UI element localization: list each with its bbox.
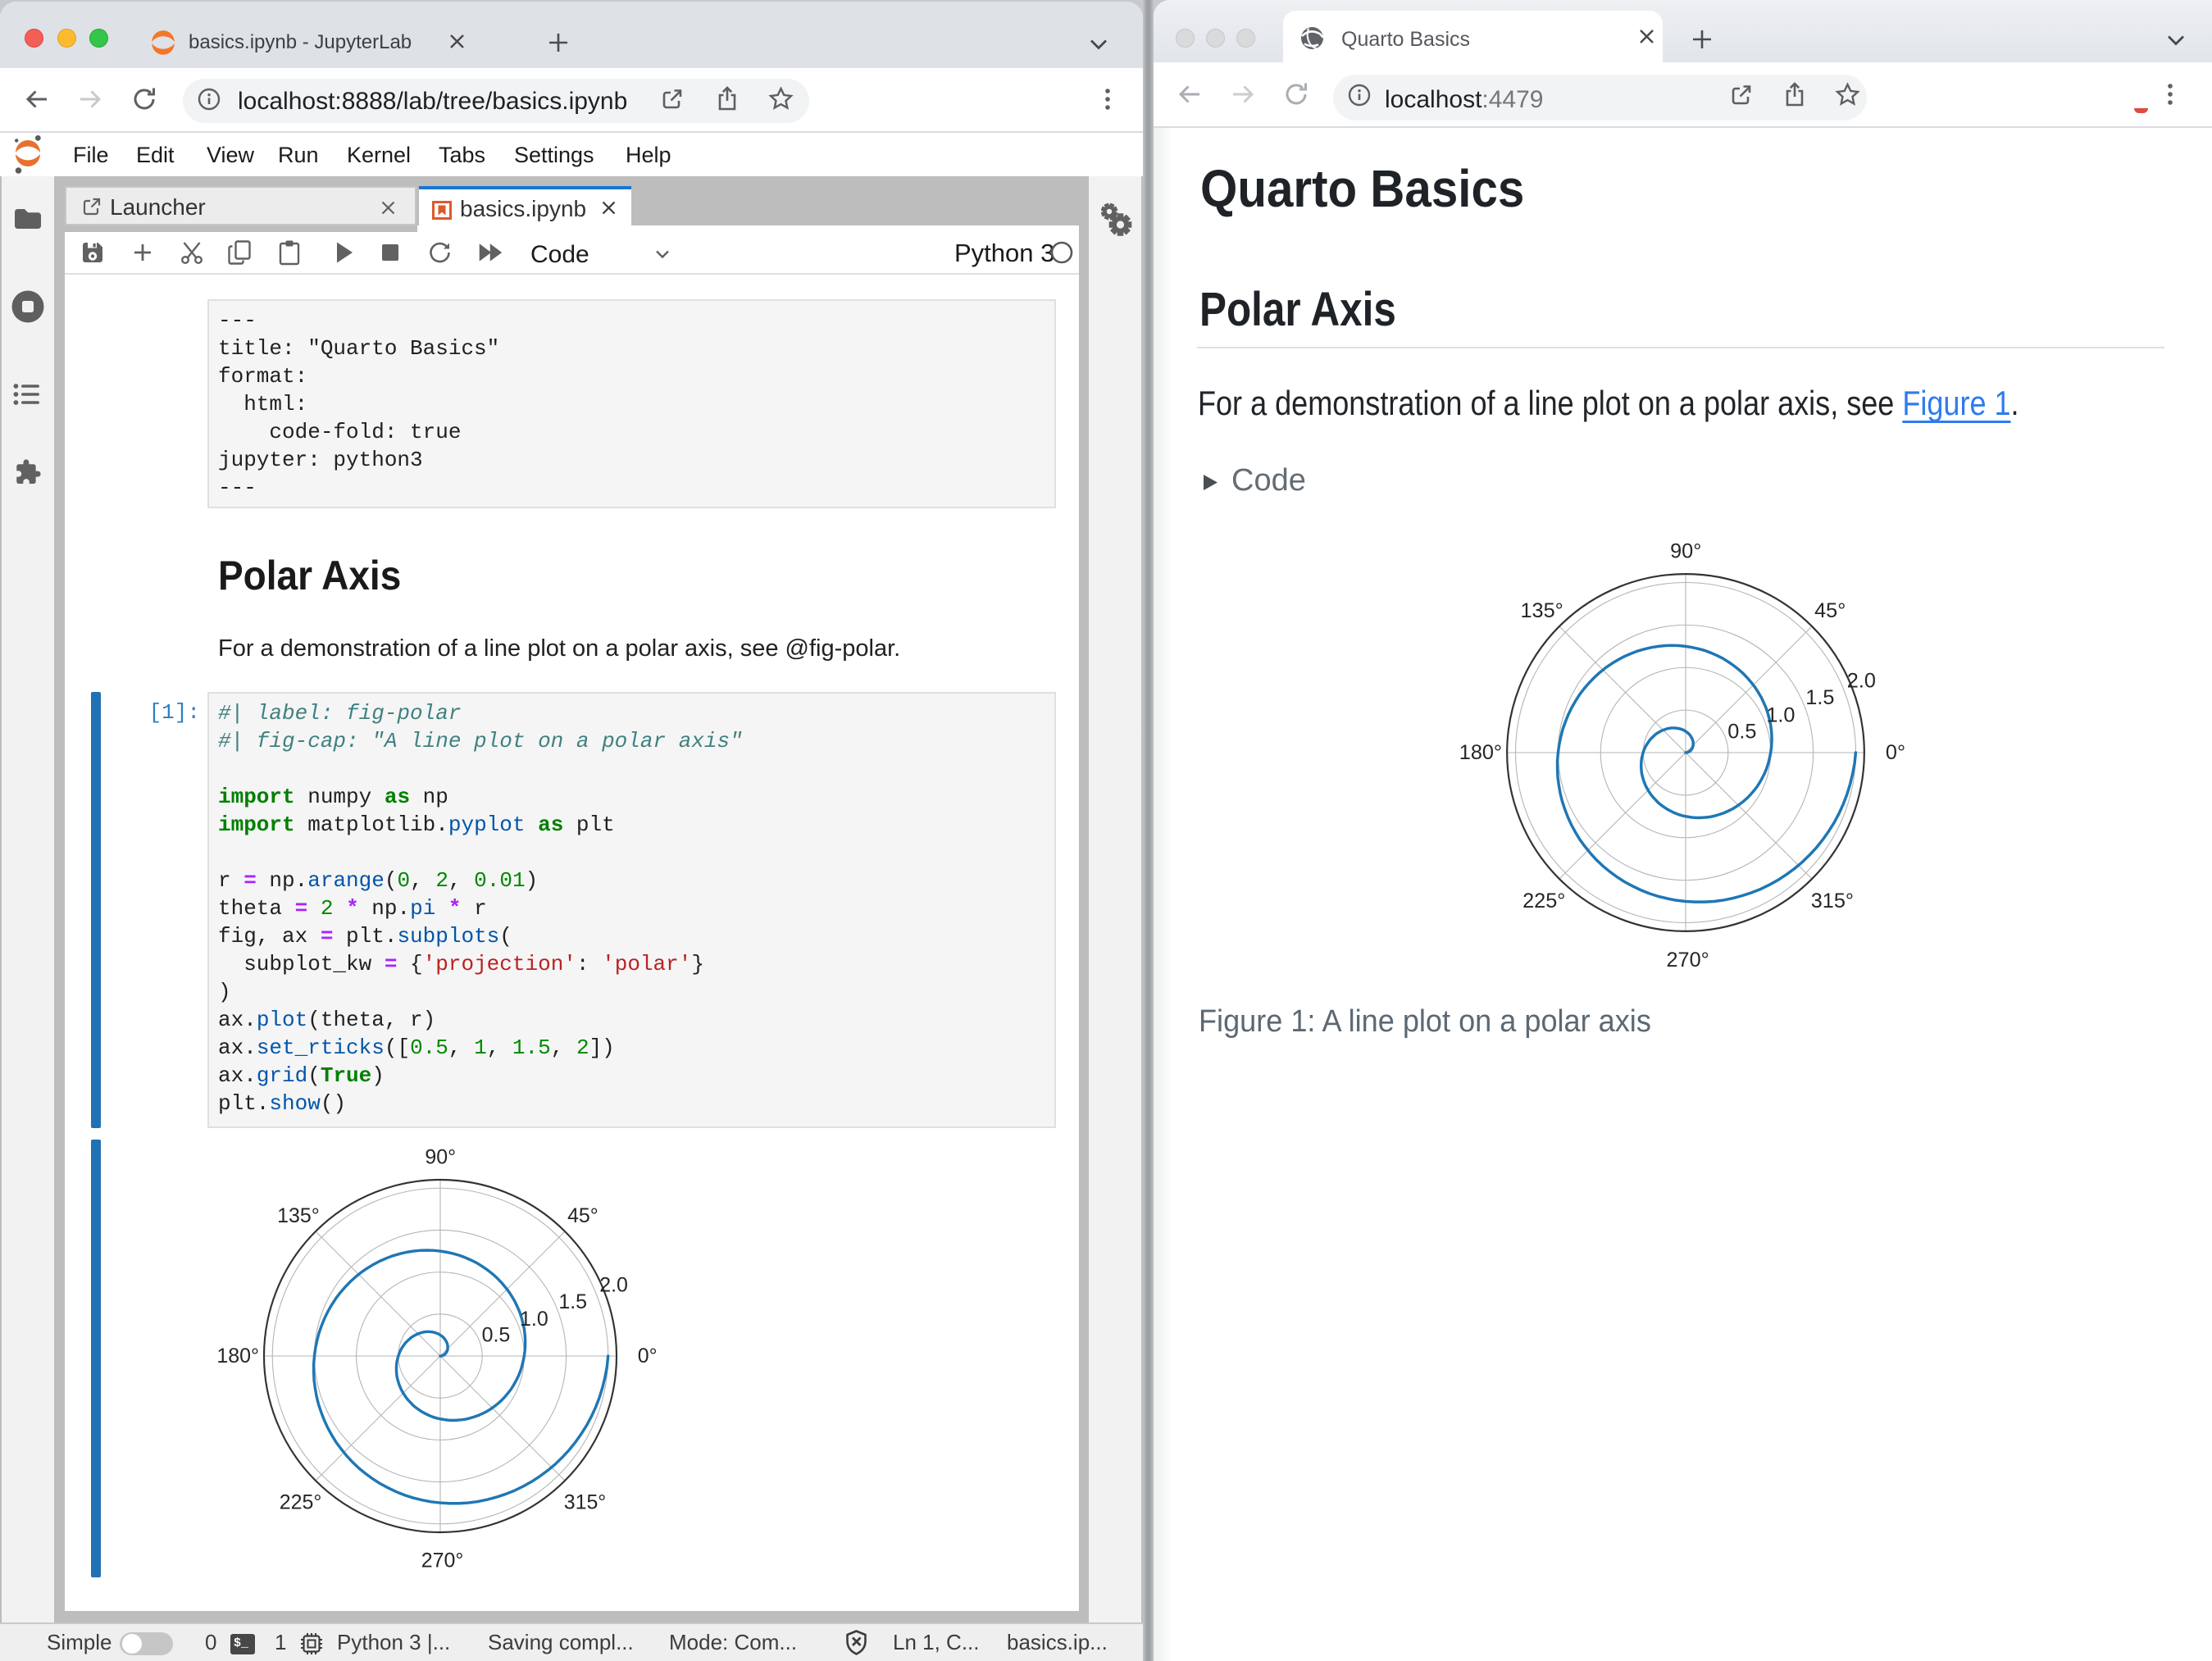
svg-text:2.0: 2.0 — [1847, 669, 1876, 692]
svg-text:1.0: 1.0 — [1766, 703, 1795, 726]
svg-text:1.0: 1.0 — [520, 1308, 548, 1331]
svg-text:0°: 0° — [638, 1345, 658, 1367]
svg-text:45°: 45° — [1814, 599, 1846, 622]
svg-text:0°: 0° — [1886, 741, 1905, 764]
svg-text:225°: 225° — [1522, 890, 1565, 912]
svg-text:180°: 180° — [216, 1345, 259, 1367]
svg-text:180°: 180° — [1459, 741, 1502, 764]
svg-text:90°: 90° — [1670, 539, 1701, 562]
svg-text:315°: 315° — [1811, 890, 1854, 912]
svg-text:225°: 225° — [280, 1490, 322, 1513]
svg-text:1.5: 1.5 — [558, 1290, 587, 1313]
svg-text:45°: 45° — [567, 1204, 599, 1227]
svg-text:135°: 135° — [1520, 599, 1563, 622]
svg-text:270°: 270° — [421, 1550, 464, 1572]
svg-text:315°: 315° — [564, 1490, 607, 1513]
svg-text:2.0: 2.0 — [599, 1274, 628, 1297]
svg-text:1.5: 1.5 — [1805, 686, 1834, 709]
svg-text:270°: 270° — [1666, 949, 1709, 972]
svg-text:0.5: 0.5 — [482, 1324, 511, 1347]
svg-text:90°: 90° — [425, 1146, 456, 1169]
svg-text:135°: 135° — [277, 1204, 320, 1227]
svg-text:0.5: 0.5 — [1727, 720, 1756, 743]
